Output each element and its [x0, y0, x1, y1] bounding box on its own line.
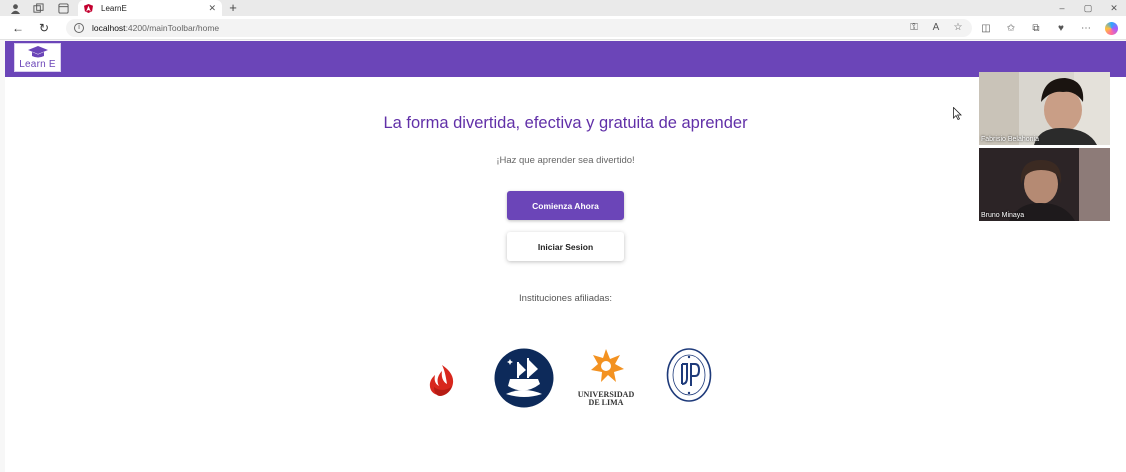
- url-path: :4200/mainToolbar/home: [125, 23, 220, 33]
- url-input[interactable]: i localhost:4200/mainToolbar/home ⚿ A ☆: [66, 19, 972, 37]
- pucp-logo-icon: [494, 348, 554, 408]
- learne-logo[interactable]: Learn E: [14, 43, 61, 72]
- profile-icon[interactable]: [8, 1, 22, 15]
- url-host: localhost: [92, 23, 126, 33]
- copilot-icon[interactable]: [1105, 21, 1118, 35]
- key-icon[interactable]: ⚿: [908, 22, 920, 33]
- mouse-cursor-icon: [953, 107, 962, 120]
- maximize-button[interactable]: ▢: [1080, 0, 1096, 16]
- more-menu-icon[interactable]: ⋯: [1080, 23, 1092, 34]
- split-screen-icon[interactable]: ◫: [980, 23, 992, 34]
- minimize-button[interactable]: –: [1054, 0, 1070, 16]
- tab-title: LearnE: [101, 3, 127, 13]
- participant-video: [979, 72, 1110, 145]
- app-page: Learn E La forma divertida, efectiva y g…: [5, 41, 1126, 472]
- read-aloud-icon[interactable]: A: [930, 22, 942, 33]
- angular-favicon-icon: [84, 3, 93, 13]
- main-toolbar: Learn E: [5, 41, 1126, 77]
- video-tile-participant-2[interactable]: Bruno Minaya: [979, 148, 1110, 221]
- video-tile-participant-1[interactable]: Fabrisio Belahonia: [979, 72, 1110, 145]
- workspaces-icon[interactable]: [31, 1, 45, 15]
- tab-actions-icon[interactable]: [56, 1, 70, 15]
- ulima-text-line2: DE LIMA: [589, 398, 624, 407]
- tab-close-icon[interactable]: ✕: [208, 3, 216, 14]
- participant-name: Fabrisio Belahonia: [981, 136, 1039, 143]
- login-button[interactable]: Iniciar Sesion: [507, 232, 624, 261]
- start-now-button[interactable]: Comienza Ahora: [507, 191, 624, 220]
- participant-name: Bruno Minaya: [981, 212, 1025, 219]
- new-tab-button[interactable]: +: [226, 0, 240, 16]
- favorites-icon[interactable]: ✩: [1005, 23, 1017, 34]
- page-subtitle: ¡Haz que aprender sea divertido!: [496, 155, 635, 166]
- tab-learne[interactable]: LearnE ✕: [78, 0, 222, 16]
- upc-logo-icon: [429, 365, 454, 396]
- browser-toolbar: ◫ ✩ ⧉ ♥ ⋯: [980, 20, 1118, 36]
- collections-icon[interactable]: ⧉: [1030, 23, 1042, 34]
- refresh-button[interactable]: ↻: [36, 20, 52, 36]
- address-bar: ← ↻ i localhost:4200/mainToolbar/home ⚿ …: [0, 16, 1126, 40]
- close-window-button[interactable]: ✕: [1106, 0, 1122, 16]
- up-logo-icon: [666, 348, 712, 402]
- tab-strip: LearnE ✕ + – ▢ ✕: [0, 0, 1126, 16]
- ulima-logo-icon: UNIVERSIDAD DE LIMA: [578, 349, 634, 407]
- favorite-star-icon[interactable]: ☆: [952, 22, 964, 33]
- site-info-icon[interactable]: i: [74, 23, 84, 33]
- browser-window: LearnE ✕ + – ▢ ✕ ← ↻ i localhost:4200/ma…: [0, 0, 1126, 472]
- graduation-cap-icon: [27, 46, 48, 58]
- logo-text: Learn E: [19, 59, 56, 70]
- affiliates-label: Instituciones afiliadas:: [519, 293, 612, 304]
- participant-video: [979, 148, 1110, 221]
- extensions-icon[interactable]: ♥: [1055, 23, 1067, 34]
- back-button[interactable]: ←: [10, 20, 26, 36]
